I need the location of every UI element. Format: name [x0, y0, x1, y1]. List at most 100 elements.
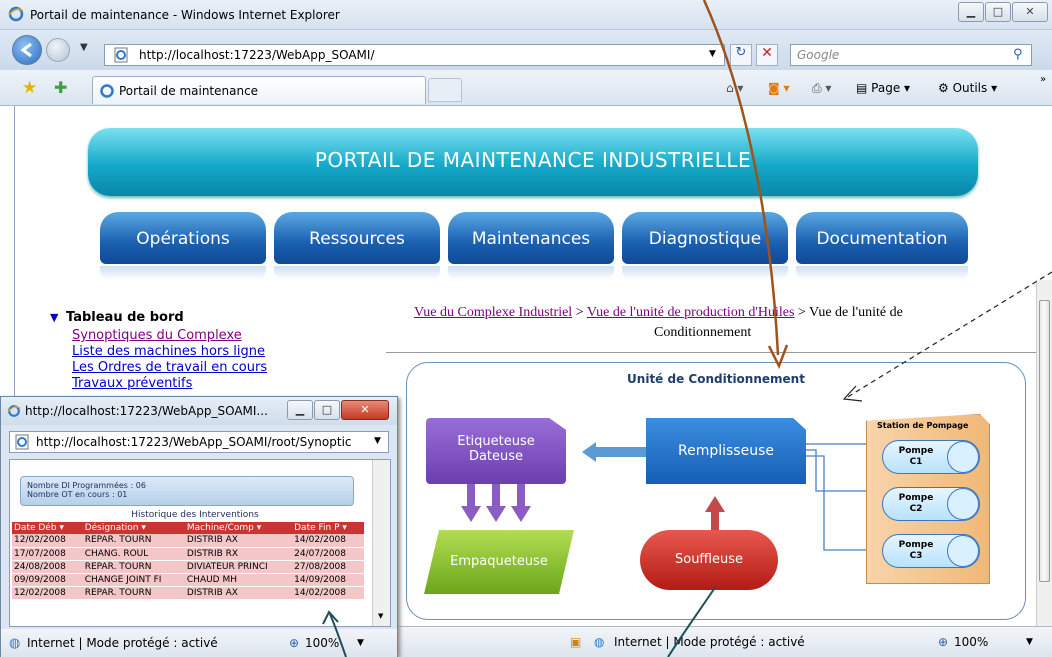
popup-minimize-button[interactable]: ▁ — [287, 400, 313, 420]
add-favorites-icon[interactable]: ✚ — [54, 78, 67, 97]
tools-menu[interactable]: ⚙ Outils ▾ — [938, 81, 997, 95]
security-icon[interactable]: ▣ — [570, 635, 581, 649]
menu-documentation[interactable]: Documentation — [796, 212, 968, 264]
globe-icon: ◍ — [594, 635, 605, 649]
menu-reflection — [796, 266, 968, 280]
menu-maintenances[interactable]: Maintenances — [448, 212, 614, 264]
breadcrumb: Vue du Complexe Industriel > Vue de l'un… — [414, 305, 1014, 321]
back-arrow-icon — [20, 42, 32, 58]
maximize-button[interactable]: □ — [985, 2, 1011, 22]
table-row[interactable]: 12/02/2008 REPAR. TOURN DISTRIB AX 14/02/20… — [12, 586, 364, 600]
back-button[interactable] — [12, 35, 42, 65]
feeds-icon[interactable]: ◙ ▾ — [768, 81, 789, 95]
popup-maximize-button[interactable]: □ — [314, 400, 340, 420]
popup-globe-icon: ◍ — [9, 636, 21, 651]
breadcrumb-complexe[interactable]: Vue du Complexe Industriel — [414, 305, 572, 320]
close-button[interactable]: ✕ — [1012, 2, 1048, 22]
zoom-icon: ⊕ — [938, 635, 949, 649]
col-date-debut[interactable]: Date Déb ▾ — [12, 522, 83, 534]
pump-c1-label: Pompe — [898, 446, 934, 456]
table-row[interactable]: 24/08/2008 REPAR. TOURN DIVIATEUR PRINCI 27… — [12, 560, 364, 574]
souffleuse-box[interactable]: Souffleuse — [640, 530, 778, 590]
popup-status-bar: ◍ Internet | Mode protégé : activé ⊕ 100… — [1, 629, 397, 657]
souffleuse-label: Souffleuse — [674, 552, 744, 567]
address-url: http://localhost:17223/WebApp_SOAMI/ — [139, 48, 375, 62]
breadcrumb-sep: > — [575, 305, 584, 320]
search-field[interactable]: Google ⚲ — [790, 44, 1032, 66]
address-dropdown-icon[interactable]: ▼ — [709, 49, 716, 59]
search-placeholder: Google — [797, 48, 840, 62]
popup-close-button[interactable]: ✕ — [341, 400, 389, 420]
remplisseuse-label: Remplisseuse — [678, 443, 774, 459]
history-table: Date Déb ▾ Désignation ▾ Machine/Comp ▾ … — [12, 522, 364, 600]
menu-diagnostique[interactable]: Diagnostique — [622, 212, 788, 264]
zoom-dropdown-icon[interactable]: ▼ — [1026, 637, 1033, 647]
popup-zoom-level[interactable]: 100% — [305, 636, 339, 650]
address-field[interactable]: http://localhost:17223/WebApp_SOAMI/ ▼ — [104, 44, 725, 66]
sidebar-link-ordres[interactable]: Les Ordres de travail en cours — [72, 360, 267, 375]
popup-scrollbar[interactable]: ▼ — [372, 460, 390, 626]
di-count: Nombre DI Programmées : 06 — [27, 481, 146, 490]
pump-c1[interactable]: Pompe C1 — [882, 440, 980, 474]
table-row[interactable]: 17/07/2008 CHANG. ROUL DISTRIB RX 24/07/200… — [12, 547, 364, 561]
popup-title: http://localhost:17223/WebApp_SOAMI... — [25, 404, 268, 418]
window-titlebar: Portail de maintenance - Windows Interne… — [0, 0, 1052, 30]
toolbar-overflow-icon[interactable]: » — [1040, 74, 1046, 85]
sidebar-link-synoptiques[interactable]: Synoptiques du Complexe — [72, 328, 242, 343]
window-title: Portail de maintenance - Windows Interne… — [30, 8, 340, 22]
zoom-level[interactable]: 100% — [954, 635, 988, 649]
status-zone[interactable]: Internet | Mode protégé : activé — [614, 635, 805, 649]
popup-scroll-down-icon[interactable]: ▼ — [378, 612, 383, 620]
page-menu[interactable]: ▤ Page ▾ — [856, 81, 910, 95]
sidebar-link-preventifs[interactable]: Travaux préventifs — [72, 376, 192, 391]
print-icon[interactable]: ⎙ ▾ — [812, 81, 831, 96]
popup-address-field[interactable]: http://localhost:17223/WebApp_SOAMI/root… — [9, 431, 389, 453]
etiqueteuse-box[interactable]: Etiqueteuse Dateuse — [426, 418, 566, 484]
expand-triangle-icon[interactable]: ▼ — [50, 311, 58, 324]
portal-banner: PORTAIL DE MAINTENANCE INDUSTRIELLE — [88, 128, 978, 196]
portal-title: PORTAIL DE MAINTENANCE INDUSTRIELLE — [314, 148, 752, 172]
tab-portail[interactable]: Portail de maintenance — [92, 76, 426, 104]
refresh-button[interactable]: ↻ — [730, 44, 752, 66]
sidebar-heading[interactable]: Tableau de bord — [66, 310, 184, 325]
favorites-star-icon[interactable]: ★ — [22, 78, 37, 98]
remplisseuse-box[interactable]: Remplisseuse — [646, 418, 806, 484]
col-machine[interactable]: Machine/Comp ▾ — [184, 522, 293, 534]
search-icon[interactable]: ⚲ — [1013, 47, 1023, 62]
ie-icon — [8, 6, 24, 22]
empaqueteuse-label: Empaqueteuse — [450, 554, 548, 569]
popup-ie-icon — [7, 405, 21, 417]
menu-operations[interactable]: Opérations — [100, 212, 266, 264]
table-row[interactable]: 12/02/2008 REPAR. TOURN DISTRIB AX 14/02/20… — [12, 534, 364, 548]
new-tab-button[interactable] — [428, 78, 462, 102]
popup-address-dropdown[interactable]: ▼ — [374, 436, 381, 446]
breadcrumb-sep: > — [797, 305, 806, 320]
vertical-scrollbar[interactable] — [1036, 280, 1052, 626]
table-row[interactable]: 09/09/2008 CHANGE JOINT FI CHAUD MH 14/09/2… — [12, 573, 364, 587]
pump-c3[interactable]: Pompe C3 — [882, 534, 980, 568]
scrollbar-thumb[interactable] — [1039, 300, 1050, 582]
menu-ressources[interactable]: Ressources — [274, 212, 440, 264]
station-title: Station de Pompage — [877, 421, 969, 430]
forward-button[interactable] — [46, 38, 70, 62]
breadcrumb-huiles[interactable]: Vue de l'unité de production d'Huiles — [587, 305, 795, 320]
popup-address-url: http://localhost:17223/WebApp_SOAMI/root… — [36, 435, 352, 449]
minimize-button[interactable]: ▁ — [958, 2, 984, 22]
popup-status-zone[interactable]: Internet | Mode protégé : activé — [27, 636, 218, 650]
breadcrumb-current: Vue de l'unité de — [809, 305, 903, 320]
home-icon[interactable]: ⌂ ▾ — [726, 81, 743, 95]
popup-zoom-dropdown[interactable]: ▼ — [357, 638, 364, 648]
stop-button[interactable]: ✕ — [756, 44, 778, 66]
recent-pages-dropdown[interactable]: ▼ — [80, 42, 88, 53]
sidebar-link-machines[interactable]: Liste des machines hors ligne — [72, 344, 265, 359]
col-designation[interactable]: Désignation ▾ — [82, 522, 185, 534]
menu-reflection — [448, 266, 614, 280]
col-date-fin[interactable]: Date Fin P ▾ — [292, 522, 364, 534]
etiqueteuse-label: Etiqueteuse — [457, 434, 535, 449]
tab-label: Portail de maintenance — [119, 84, 259, 98]
pump-c2-label: Pompe — [898, 493, 934, 503]
dateuse-label: Dateuse — [468, 449, 524, 464]
pump-c2[interactable]: Pompe C2 — [882, 487, 980, 521]
empaqueteuse-box[interactable]: Empaqueteuse — [424, 530, 574, 594]
pump-c2-end — [947, 488, 979, 520]
